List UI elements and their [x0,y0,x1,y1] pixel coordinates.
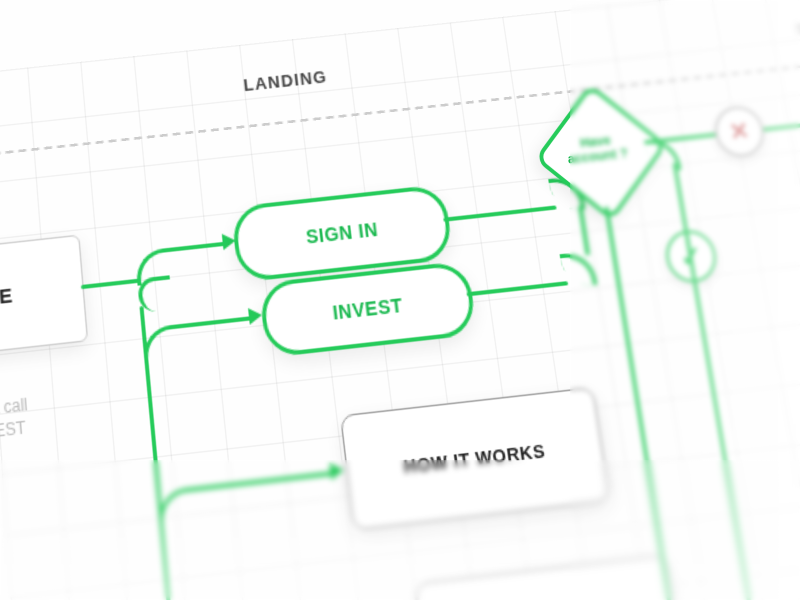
node-label: INVEST [331,294,404,324]
connector [170,316,252,329]
connector [466,281,568,296]
connector [673,162,790,600]
node-label: HOW IT WORKS [402,439,546,477]
decision-no-badge: ✕ [711,104,768,159]
section-divider-top [0,38,800,163]
arrowhead-icon [329,461,344,480]
connector-elbow [156,487,193,527]
node-how-it-works: HOW IT WORKS [340,387,611,531]
close-icon: ✕ [727,117,751,147]
connector [81,279,140,290]
section-header-landing: LANDING [242,67,328,95]
node-label: SIGN IN [305,218,379,247]
arrowhead-icon [248,307,263,325]
connector-elbow [141,325,177,363]
connector [186,471,334,492]
node-label: PAGE [0,284,14,314]
connector [443,205,557,221]
section-header-registration: STEP 2 · REGISTRATION [795,6,800,38]
landing-caption: page with a call button INVEST [0,376,186,452]
node-why-us: WHY US ? [415,554,685,600]
node-landing-page: PAGE [0,235,88,364]
connector-elbow [134,248,170,286]
connector [163,242,226,253]
